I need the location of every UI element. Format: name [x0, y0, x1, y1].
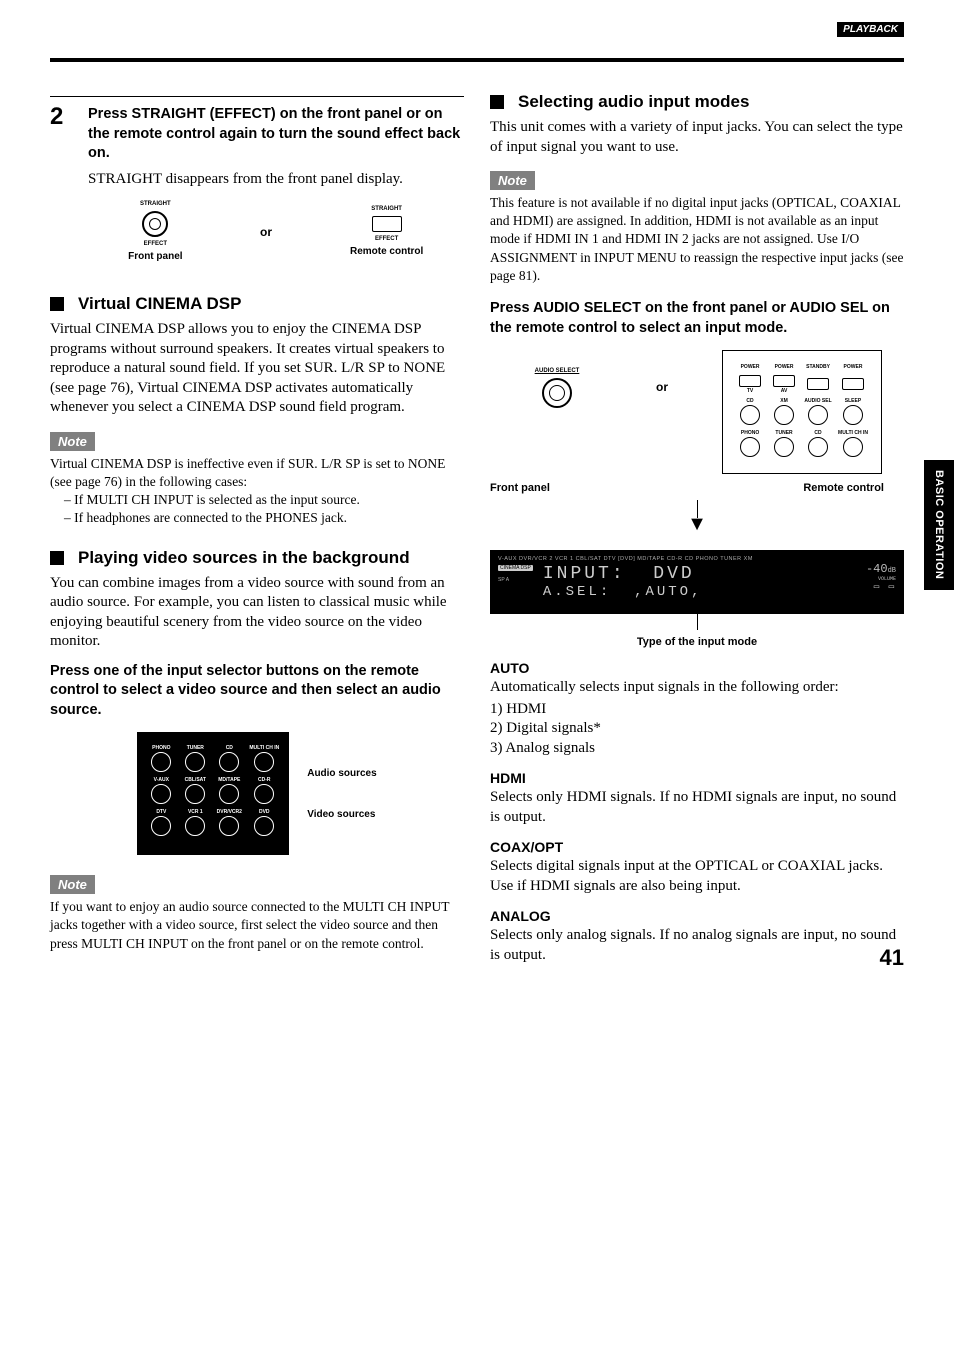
mode-analog-body: Selects only analog signals. If no analo… [490, 926, 904, 965]
note-label: Note [50, 875, 95, 894]
mode-auto-1: 1) HDMI [490, 700, 904, 720]
audio-sources-label: Audio sources [307, 768, 376, 779]
or-label: or [656, 350, 668, 394]
r-btn: TV [747, 388, 753, 394]
note-label: Note [490, 171, 535, 190]
display-caption: Type of the input mode [490, 636, 904, 648]
label-straight-2: STRAIGHT [337, 206, 437, 212]
left-column: 2 Press STRAIGHT (EFFECT) on the front p… [50, 92, 464, 967]
r-btn: XM [780, 398, 788, 404]
press-input-selector-instruction: Press one of the input selector buttons … [50, 662, 464, 721]
video-sources-label: Video sources [307, 809, 376, 820]
selecting-audio-body: This unit comes with a variety of input … [490, 118, 904, 157]
mode-auto-2: 2) Digital signals* [490, 719, 904, 739]
r-btn: POWER [741, 364, 760, 370]
r-btn: CD [746, 398, 753, 404]
btn-cd: CD [226, 745, 233, 751]
r-btn: STANDBY [806, 364, 830, 370]
page-number: 41 [880, 945, 904, 971]
mode-auto-3: 3) Analog signals [490, 739, 904, 759]
front-panel-label: Front panel [490, 482, 550, 494]
heading-virtual-cinema-dsp: Virtual CINEMA DSP [78, 294, 241, 314]
btn-cbl-sat: CBL/SAT [185, 777, 206, 783]
label-effect: EFFECT [115, 241, 195, 247]
note-digital-jacks: This feature is not available if no digi… [490, 194, 904, 285]
mode-hdmi-heading: HDMI [490, 770, 904, 786]
display-line1-right: DVD [653, 564, 694, 584]
label-straight: STRAIGHT [115, 201, 195, 207]
step-2-instruction: Press STRAIGHT (EFFECT) on the front pan… [88, 105, 464, 164]
display-line2-left: A.SEL: [543, 584, 611, 600]
heading-playing-video-sources: Playing video sources in the background [78, 548, 410, 568]
display-line1-left: INPUT: [543, 564, 626, 584]
bullet-square-icon [50, 551, 64, 565]
note-item-1: – If MULTI CH INPUT is selected as the i… [64, 491, 464, 509]
btn-dtv: DTV [156, 809, 166, 815]
btn-v-aux: V-AUX [154, 777, 169, 783]
virtual-cinema-body: Virtual CINEMA DSP allows you to enjoy t… [50, 320, 464, 418]
r-btn: POWER [844, 364, 863, 370]
straight-effect-diagram: STRAIGHT EFFECT Front panel or STRAIGHT … [88, 201, 464, 262]
header-rule [50, 58, 904, 62]
mode-hdmi-body: Selects only HDMI signals. If no HDMI si… [490, 788, 904, 827]
input-selector-diagram: PHONO TUNER CD MULTI CH IN V-AUX CBL/SAT… [50, 732, 464, 855]
remote-control-label: Remote control [337, 246, 437, 257]
r-btn: AUDIO SEL [804, 398, 831, 404]
btn-md-tape: MD/TAPE [218, 777, 240, 783]
heading-selecting-audio-input: Selecting audio input modes [518, 92, 749, 112]
straight-button-icon [142, 211, 168, 237]
btn-multi-ch-in: MULTI CH IN [249, 745, 279, 751]
btn-cd-r: CD-R [258, 777, 271, 783]
input-button-grid: PHONO TUNER CD MULTI CH IN V-AUX CBL/SAT… [143, 742, 283, 840]
note-virtual-cinema: Virtual CINEMA DSP is ineffective even i… [50, 455, 464, 491]
step-2-body: STRAIGHT disappears from the front panel… [88, 170, 464, 190]
arrow-down-icon: ▼ [490, 500, 904, 530]
r-btn: MULTI CH IN [838, 430, 868, 436]
mode-coax-body: Selects digital signals input at the OPT… [490, 857, 904, 896]
side-tab: BASIC OPERATION [924, 460, 954, 590]
display-line2-right: ,AUTO, [634, 584, 702, 600]
mode-auto-body: Automatically selects input signals in t… [490, 678, 904, 698]
sp-indicator: SP A [498, 577, 533, 583]
step-number: 2 [50, 105, 74, 274]
btn-vcr1: VCR 1 [188, 809, 203, 815]
audio-select-diagram: AUDIO SELECT or POWER POWER STANDBY POWE… [490, 350, 904, 648]
r-btn: SLEEP [845, 398, 861, 404]
r-btn: POWER [775, 364, 794, 370]
note-label: Note [50, 432, 95, 451]
note-multi-ch-input: If you want to enjoy an audio source con… [50, 898, 464, 953]
r-btn: CD [814, 430, 821, 436]
display-db-unit: dB [888, 567, 896, 575]
btn-dvr-vcr2: DVR/VCR2 [217, 809, 242, 815]
audio-select-label: AUDIO SELECT [512, 368, 602, 374]
playing-video-body: You can combine images from a video sour… [50, 574, 464, 652]
r-btn: AV [781, 388, 788, 394]
note-item-2: – If headphones are connected to the PHO… [64, 509, 464, 527]
mode-auto-heading: AUTO [490, 660, 904, 676]
bullet-square-icon [490, 95, 504, 109]
btn-tuner: TUNER [187, 745, 204, 751]
audio-select-button-icon [542, 378, 572, 408]
mode-analog-heading: ANALOG [490, 908, 904, 924]
btn-dvd: DVD [259, 809, 270, 815]
label-effect-2: EFFECT [337, 236, 437, 242]
straight-button-rect-icon [372, 216, 402, 232]
header-section: PLAYBACK [837, 22, 904, 37]
remote-button-grid: POWER POWER STANDBY POWER TV AV [732, 361, 872, 461]
lcd-display: V-AUX DVR/VCR 2 VCR 1 CBL/SAT DTV [DVD] … [490, 550, 904, 614]
r-btn: TUNER [775, 430, 792, 436]
front-panel-label: Front panel [115, 251, 195, 262]
display-db: -40 [866, 562, 888, 576]
right-column: Selecting audio input modes This unit co… [490, 92, 904, 967]
cinema-dsp-badge: CINEMA DSP [498, 565, 533, 571]
bullet-square-icon [50, 297, 64, 311]
remote-control-label: Remote control [803, 482, 884, 494]
or-label: or [260, 225, 272, 239]
press-audio-select-instruction: Press AUDIO SELECT on the front panel or… [490, 299, 904, 338]
r-btn: PHONO [741, 430, 759, 436]
btn-phono: PHONO [152, 745, 170, 751]
mode-coax-heading: COAX/OPT [490, 839, 904, 855]
